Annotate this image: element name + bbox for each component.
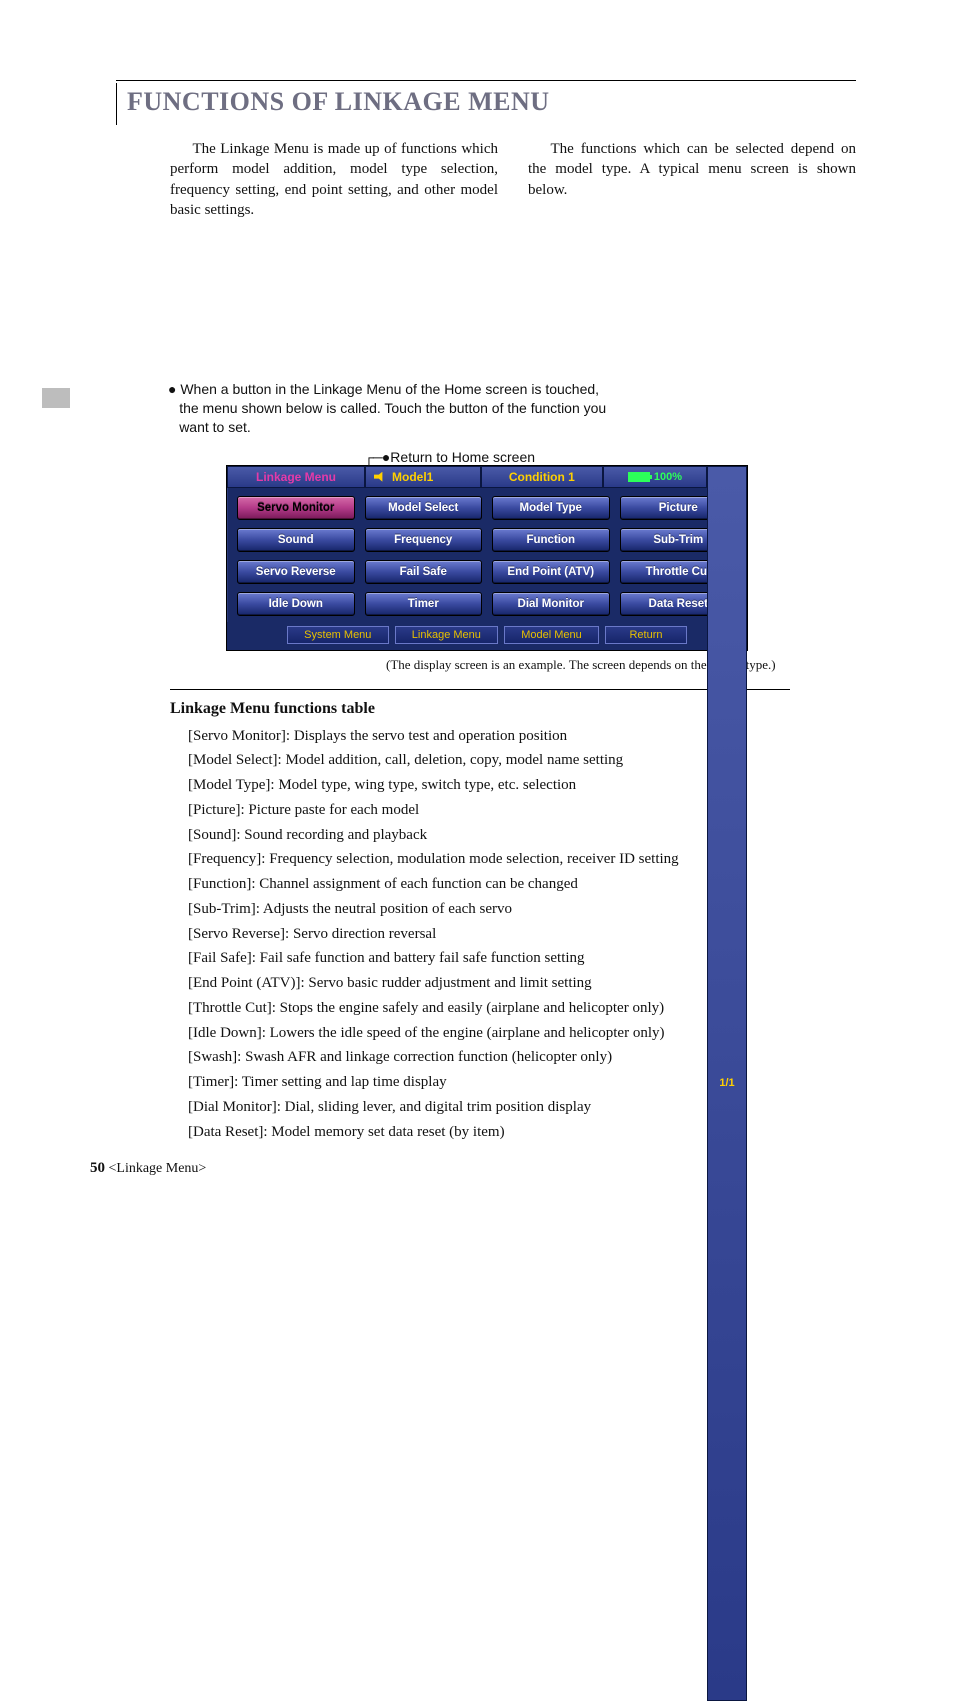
screen-title: Linkage Menu bbox=[227, 466, 365, 488]
function-item: [Data Reset]: Model memory set data rese… bbox=[188, 1120, 856, 1145]
menu-button[interactable]: Idle Down bbox=[237, 592, 355, 616]
bottom-tab[interactable]: Return bbox=[605, 626, 687, 644]
menu-button[interactable]: Sound bbox=[237, 528, 355, 552]
function-item: [Sound]: Sound recording and playback bbox=[188, 823, 856, 848]
screen-caption: (The display screen is an example. The s… bbox=[386, 657, 856, 673]
function-item: [Frequency]: Frequency selection, modula… bbox=[188, 847, 856, 872]
function-item: [Idle Down]: Lowers the idle speed of th… bbox=[188, 1021, 856, 1046]
separator bbox=[170, 689, 790, 690]
menu-button[interactable]: Servo Reverse bbox=[237, 560, 355, 584]
menu-button[interactable]: Fail Safe bbox=[365, 560, 483, 584]
intro-right: The functions which can be selected depe… bbox=[528, 139, 856, 200]
bottom-tab[interactable]: Model Menu bbox=[504, 626, 599, 644]
function-item: [End Point (ATV)]: Servo basic rudder ad… bbox=[188, 971, 856, 996]
menu-button[interactable]: Model Type bbox=[492, 496, 610, 520]
bottom-tab[interactable]: System Menu bbox=[287, 626, 389, 644]
speaker-icon bbox=[374, 472, 386, 482]
function-item: [Model Type]: Model type, wing type, swi… bbox=[188, 773, 856, 798]
function-item: [Dial Monitor]: Dial, sliding lever, and… bbox=[188, 1095, 856, 1120]
linkage-menu-screen: Linkage Menu Model1 Condition 1 100% 1/1… bbox=[226, 465, 748, 651]
rule-top bbox=[116, 80, 856, 81]
function-item: [Fail Safe]: Fail safe function and batt… bbox=[188, 946, 856, 971]
function-item: [Model Select]: Model addition, call, de… bbox=[188, 748, 856, 773]
menu-button[interactable]: Model Select bbox=[365, 496, 483, 520]
menu-button[interactable]: Frequency bbox=[365, 528, 483, 552]
function-item: [Servo Reverse]: Servo direction reversa… bbox=[188, 922, 856, 947]
bottom-tab[interactable]: Linkage Menu bbox=[395, 626, 498, 644]
function-item: [Throttle Cut]: Stops the engine safely … bbox=[188, 996, 856, 1021]
menu-button[interactable]: End Point (ATV) bbox=[492, 560, 610, 584]
model-indicator[interactable]: Model1 bbox=[365, 466, 481, 488]
page-indicator: 1/1 bbox=[707, 466, 747, 1701]
menu-button[interactable]: Dial Monitor bbox=[492, 592, 610, 616]
function-item: [Function]: Channel assignment of each f… bbox=[188, 872, 856, 897]
intro-left: The Linkage Menu is made up of functions… bbox=[170, 139, 498, 220]
condition-indicator: Condition 1 bbox=[481, 466, 603, 488]
function-item: [Timer]: Timer setting and lap time disp… bbox=[188, 1070, 856, 1095]
page-heading: FUNCTIONS OF LINKAGE MENU bbox=[127, 87, 856, 117]
menu-button[interactable]: Servo Monitor bbox=[237, 496, 355, 520]
thumb-tab bbox=[42, 388, 70, 408]
functions-subhead: Linkage Menu functions table bbox=[170, 700, 856, 718]
battery-icon bbox=[628, 472, 650, 482]
return-annotation: ┌─●Return to Home screen bbox=[364, 449, 856, 465]
function-item: [Sub-Trim]: Adjusts the neutral position… bbox=[188, 897, 856, 922]
page-footer: 50 <Linkage Menu> bbox=[90, 1160, 206, 1177]
battery-indicator: 100% bbox=[603, 466, 707, 488]
menu-button[interactable]: Function bbox=[492, 528, 610, 552]
function-item: [Picture]: Picture paste for each model bbox=[188, 798, 856, 823]
usage-note: ● When a button in the Linkage Menu of t… bbox=[168, 380, 609, 437]
function-item: [Servo Monitor]: Displays the servo test… bbox=[188, 724, 856, 749]
menu-button[interactable]: Timer bbox=[365, 592, 483, 616]
function-item: [Swash]: Swash AFR and linkage correctio… bbox=[188, 1045, 856, 1070]
